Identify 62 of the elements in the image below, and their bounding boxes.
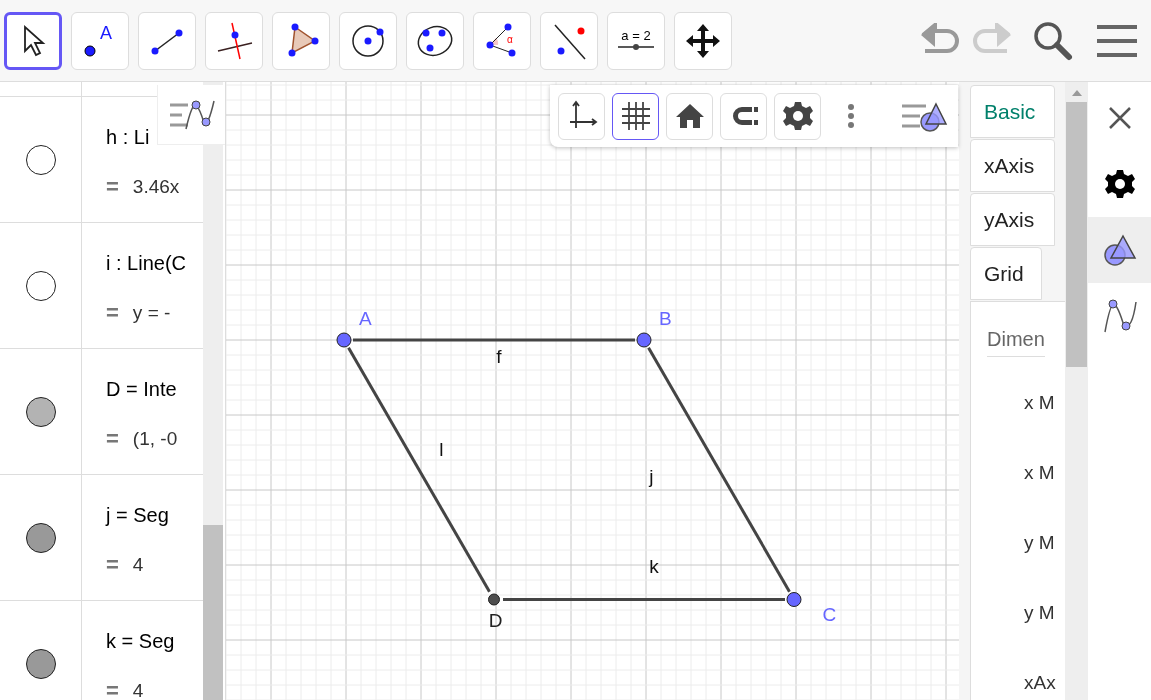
graph-curve-icon	[1101, 298, 1138, 334]
object-definition: D = Inte	[106, 377, 178, 401]
grid-icon	[619, 100, 652, 132]
segment-label: k	[649, 555, 659, 577]
menu-icon	[1096, 22, 1138, 59]
object-definition: k = Seg	[106, 629, 176, 653]
tool-button[interactable]: A	[71, 11, 129, 70]
slider-tool-label: a = 2	[621, 29, 651, 42]
visibility-toggle[interactable]	[25, 396, 56, 427]
point-label: D	[488, 609, 503, 631]
field-label: x M	[1024, 461, 1056, 485]
object-value: 4	[132, 553, 144, 577]
properties-tab[interactable]: yAxis	[970, 193, 1055, 246]
visibility-toggle[interactable]	[25, 648, 56, 679]
point[interactable]	[488, 593, 500, 606]
segment-label: f	[496, 345, 502, 367]
settings-icon	[781, 100, 814, 132]
segment[interactable]	[353, 338, 635, 342]
segment-label: l	[439, 439, 444, 461]
section-heading: Dimen	[987, 324, 1045, 357]
field-label: xAx	[1024, 671, 1057, 695]
segment[interactable]	[647, 347, 791, 593]
scrollbar-thumb[interactable]	[1066, 102, 1088, 367]
field-label: y M	[1024, 531, 1056, 555]
equals-sign: =	[106, 679, 119, 700]
properties-tab[interactable]: Basic	[970, 85, 1055, 138]
tool-button[interactable]: a = 2	[607, 11, 665, 70]
point[interactable]	[636, 332, 652, 348]
point[interactable]	[786, 592, 802, 607]
equals-sign: =	[106, 175, 119, 199]
algebra-style-button[interactable]	[157, 85, 225, 145]
object-value: 3.46x	[132, 175, 180, 199]
object-value: (1, -0	[132, 427, 178, 451]
visibility-toggle[interactable]	[25, 522, 56, 553]
object-value: y = -	[132, 301, 171, 325]
segment[interactable]	[347, 347, 491, 593]
visibility-toggle[interactable]	[25, 270, 56, 301]
vertical-dots-icon	[847, 103, 855, 129]
scrollbar-thumb[interactable]	[203, 525, 223, 700]
properties-tab[interactable]: Grid	[970, 247, 1042, 300]
point-label: B	[659, 308, 672, 329]
point-label: C	[822, 604, 837, 626]
tool-button[interactable]	[4, 11, 62, 70]
equals-sign: =	[106, 301, 119, 325]
settings-icon	[1103, 168, 1136, 200]
tool-button[interactable]: α	[473, 11, 531, 70]
object-value: 4	[132, 679, 144, 700]
point[interactable]	[336, 332, 352, 348]
properties-tab[interactable]: xAxis	[970, 139, 1055, 192]
equals-sign: =	[106, 427, 119, 451]
style-bar-button[interactable]	[612, 92, 659, 140]
object-definition: i : Line(C	[106, 251, 188, 275]
segment-label: j	[649, 465, 654, 487]
point-label: A	[359, 308, 372, 329]
object-definition: h : Li	[106, 125, 151, 149]
object-definition: j = Seg	[106, 503, 170, 527]
visibility-toggle[interactable]	[25, 144, 56, 175]
close-icon	[1107, 106, 1132, 130]
slider-icon	[616, 42, 656, 52]
field-label: y M	[1024, 601, 1056, 625]
equals-sign: =	[106, 553, 119, 577]
field-label: x M	[1024, 391, 1056, 415]
